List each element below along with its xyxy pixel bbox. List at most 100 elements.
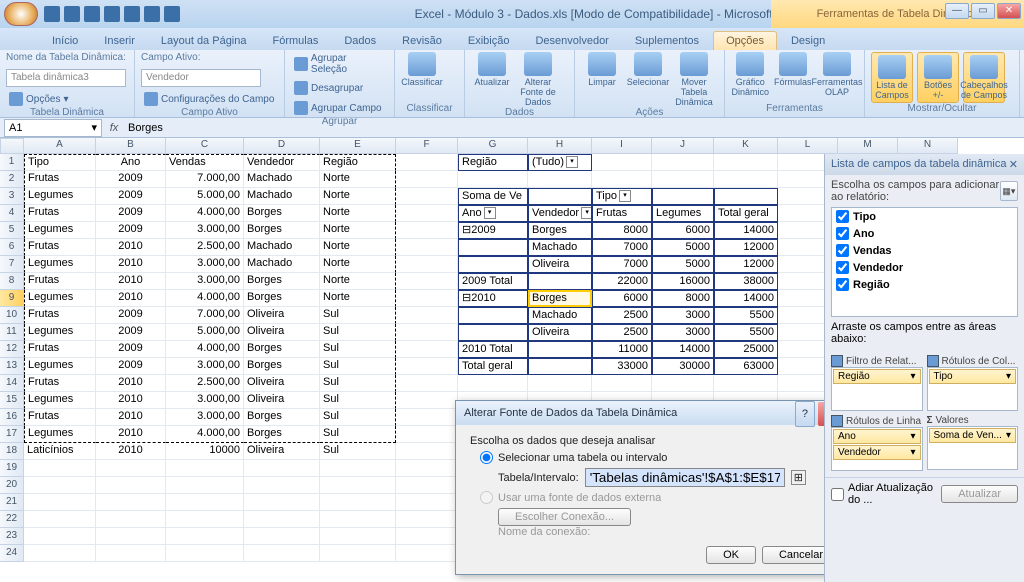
- cell[interactable]: Ano▾: [458, 205, 528, 222]
- cell[interactable]: (Tudo)▾: [528, 154, 592, 171]
- rows-drop-area[interactable]: Ano▾Vendedor▾: [831, 427, 923, 471]
- maximize-button[interactable]: ▭: [971, 3, 995, 19]
- column-header[interactable]: D: [244, 138, 320, 154]
- field-item[interactable]: Vendedor: [832, 259, 1017, 276]
- cell[interactable]: [458, 256, 528, 273]
- cell[interactable]: [458, 239, 528, 256]
- area-field-item[interactable]: Ano▾: [833, 429, 921, 444]
- cell[interactable]: [714, 171, 778, 188]
- tab-inserir[interactable]: Inserir: [92, 32, 147, 50]
- cell[interactable]: [396, 222, 458, 239]
- cell[interactable]: [24, 528, 96, 545]
- cell[interactable]: [96, 545, 166, 562]
- chevron-down-icon[interactable]: ▾: [910, 447, 915, 458]
- cell[interactable]: Tipo: [24, 154, 96, 171]
- cell[interactable]: 5500: [714, 307, 778, 324]
- cell[interactable]: [396, 341, 458, 358]
- cell[interactable]: ⊟2010: [458, 290, 528, 307]
- chevron-down-icon[interactable]: ▾: [1006, 430, 1011, 441]
- qat-undo-icon[interactable]: [64, 6, 80, 22]
- column-header[interactable]: E: [320, 138, 396, 154]
- cell[interactable]: 5000: [652, 256, 714, 273]
- cell[interactable]: Sul: [320, 409, 396, 426]
- cell[interactable]: 7.000,00: [166, 307, 244, 324]
- cell[interactable]: Sul: [320, 358, 396, 375]
- cell[interactable]: 12000: [714, 256, 778, 273]
- cell[interactable]: [528, 341, 592, 358]
- cell[interactable]: 2009: [96, 222, 166, 239]
- cell[interactable]: 2009: [96, 358, 166, 375]
- cell[interactable]: Machado: [244, 239, 320, 256]
- cell[interactable]: [396, 239, 458, 256]
- pivot-name-field[interactable]: Tabela dinâmica3: [6, 69, 126, 87]
- row-header[interactable]: 10: [0, 307, 24, 324]
- cell[interactable]: 4.000,00: [166, 341, 244, 358]
- row-header[interactable]: 7: [0, 256, 24, 273]
- cell[interactable]: [166, 545, 244, 562]
- cell[interactable]: [528, 273, 592, 290]
- row-header[interactable]: 14: [0, 375, 24, 392]
- defer-update-checkbox[interactable]: [831, 488, 844, 501]
- minimize-button[interactable]: —: [945, 3, 969, 19]
- row-header[interactable]: 8: [0, 273, 24, 290]
- cell[interactable]: Oliveira: [244, 392, 320, 409]
- cell[interactable]: Legumes: [24, 426, 96, 443]
- cell[interactable]: [396, 171, 458, 188]
- cell[interactable]: 2009: [96, 188, 166, 205]
- row-header[interactable]: 9: [0, 290, 24, 307]
- cell[interactable]: 2009: [96, 324, 166, 341]
- cell[interactable]: 12000: [714, 239, 778, 256]
- cell[interactable]: Machado: [244, 188, 320, 205]
- cell[interactable]: 14000: [714, 290, 778, 307]
- cell[interactable]: Frutas: [24, 307, 96, 324]
- cell[interactable]: Oliveira: [244, 324, 320, 341]
- cell[interactable]: 3000: [652, 324, 714, 341]
- chevron-down-icon[interactable]: ▾: [910, 371, 915, 382]
- qat-redo-icon[interactable]: [84, 6, 100, 22]
- formulas-button[interactable]: Fórmulas: [774, 52, 813, 87]
- cell[interactable]: Sul: [320, 324, 396, 341]
- cell[interactable]: Frutas: [24, 239, 96, 256]
- cell[interactable]: 63000: [714, 358, 778, 375]
- cell[interactable]: 2010: [96, 375, 166, 392]
- fx-button[interactable]: fx: [106, 122, 122, 134]
- row-header[interactable]: 19: [0, 460, 24, 477]
- cell[interactable]: 7000: [592, 256, 652, 273]
- cell[interactable]: [714, 375, 778, 392]
- area-field-item[interactable]: Vendedor▾: [833, 445, 921, 460]
- cell[interactable]: [458, 307, 528, 324]
- column-header[interactable]: F: [396, 138, 458, 154]
- chevron-down-icon[interactable]: ▾: [1006, 371, 1011, 382]
- cell[interactable]: [396, 324, 458, 341]
- cell[interactable]: 4.000,00: [166, 205, 244, 222]
- cell[interactable]: 2010: [96, 239, 166, 256]
- ok-button[interactable]: OK: [706, 546, 756, 564]
- cell[interactable]: Borges: [244, 341, 320, 358]
- cell[interactable]: [320, 545, 396, 562]
- cell[interactable]: [166, 494, 244, 511]
- cell[interactable]: [166, 477, 244, 494]
- cell[interactable]: [396, 205, 458, 222]
- cell[interactable]: [528, 375, 592, 392]
- cell[interactable]: Norte: [320, 188, 396, 205]
- cell[interactable]: Norte: [320, 239, 396, 256]
- column-header[interactable]: A: [24, 138, 96, 154]
- cell[interactable]: [396, 511, 458, 528]
- column-header[interactable]: I: [592, 138, 652, 154]
- cell[interactable]: 3.000,00: [166, 256, 244, 273]
- cell[interactable]: Norte: [320, 205, 396, 222]
- cell[interactable]: [528, 188, 592, 205]
- cell[interactable]: 2010: [96, 256, 166, 273]
- cell[interactable]: 7.000,00: [166, 171, 244, 188]
- cell[interactable]: [96, 460, 166, 477]
- tab-exibição[interactable]: Exibição: [456, 32, 522, 50]
- cell[interactable]: Norte: [320, 273, 396, 290]
- cell[interactable]: Borges: [244, 358, 320, 375]
- cell[interactable]: Borges: [244, 222, 320, 239]
- cell[interactable]: [458, 324, 528, 341]
- tab-dados[interactable]: Dados: [332, 32, 388, 50]
- row-header[interactable]: 17: [0, 426, 24, 443]
- cell[interactable]: Machado: [244, 256, 320, 273]
- field-checkbox[interactable]: [836, 261, 849, 274]
- row-header[interactable]: 1: [0, 154, 24, 171]
